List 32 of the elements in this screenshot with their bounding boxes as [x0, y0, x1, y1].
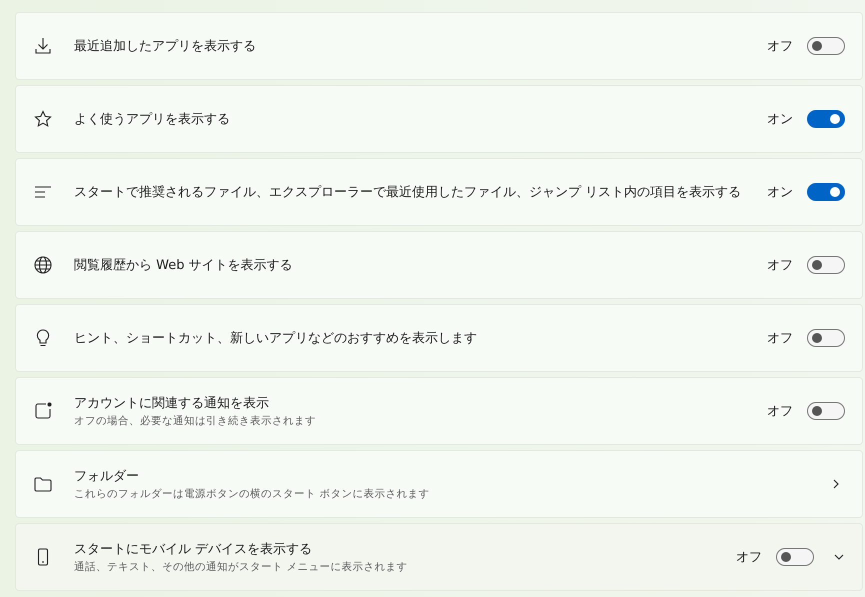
setting-title: スタートにモバイル デバイスを表示する [74, 541, 314, 558]
setting-title: よく使うアプリを表示する [74, 111, 231, 128]
star-icon [33, 109, 53, 129]
toggle-switch[interactable] [807, 402, 845, 420]
toggle-switch[interactable] [807, 256, 845, 274]
setting-title: 閲覧履歴から Web サイトを表示する [74, 257, 294, 274]
toggle-state-label: オン [767, 111, 793, 128]
chevron-right-icon [831, 479, 841, 489]
toggle-switch[interactable] [776, 548, 814, 566]
toggle-state-label: オフ [767, 403, 793, 420]
toggle-switch[interactable] [807, 37, 845, 55]
setting-description: オフの場合、必要な通知は引き続き表示されます [74, 414, 317, 428]
toggle-switch[interactable] [807, 329, 845, 347]
toggle-switch[interactable] [807, 183, 845, 201]
toggle-state-label: オン [767, 184, 793, 201]
setting-title: スタートで推奨されるファイル、エクスプローラーで最近使用したファイル、ジャンプ リスト内の項目を表示する [74, 184, 742, 201]
setting-description: 通話、テキスト、その他の通知がスタート メニューに表示されます [74, 560, 408, 574]
globe-icon [33, 255, 53, 275]
setting-title: 最近追加したアプリを表示する [74, 38, 257, 55]
setting-title: フォルダー [74, 468, 140, 485]
setting-title: ヒント、ショートカット、新しいアプリなどのおすすめを表示します [74, 330, 478, 347]
download-icon [33, 36, 53, 56]
toggle-switch[interactable] [807, 110, 845, 128]
toggle-state-label: オフ [767, 38, 793, 55]
toggle-state-label: オフ [736, 549, 762, 566]
setting-description: これらのフォルダーは電源ボタンの横のスタート ボタンに表示されます [74, 487, 430, 501]
toggle-state-label: オフ [767, 257, 793, 274]
notification-icon [33, 401, 53, 421]
toggle-state-label: オフ [767, 330, 793, 347]
setting-card[interactable]: フォルダー これらのフォルダーは電源ボタンの横のスタート ボタンに表示されます [15, 450, 863, 518]
chevron-down-icon[interactable] [834, 552, 844, 562]
setting-title: アカウントに関連する通知を表示 [74, 395, 270, 412]
